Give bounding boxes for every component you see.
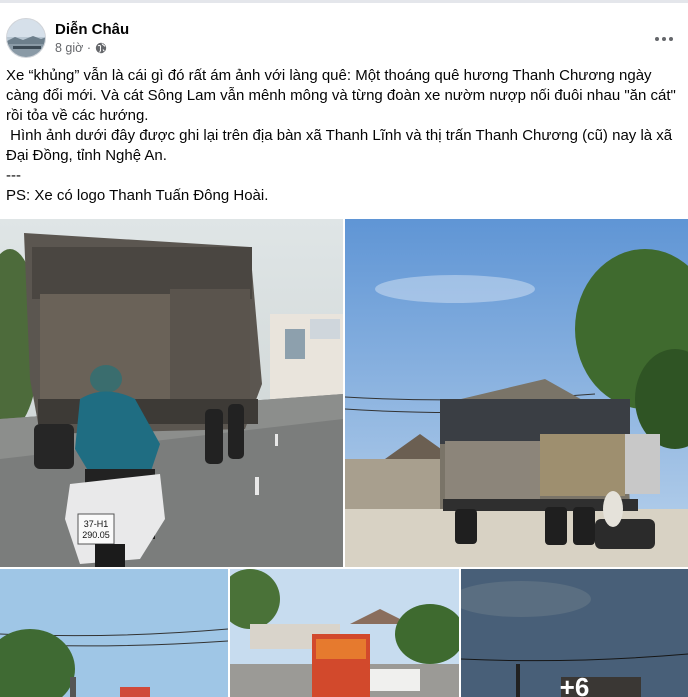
more-photos-count: +6 bbox=[559, 672, 590, 697]
post-time[interactable]: 8 giờ · bbox=[55, 41, 91, 55]
top-divider bbox=[0, 0, 688, 3]
post-paragraph-2: Hình ảnh dưới đây được ghi lại trên địa … bbox=[6, 127, 677, 164]
post-photo-5[interactable]: +6 bbox=[461, 569, 688, 697]
post-paragraph-3: PS: Xe có logo Thanh Tuấn Đông Hoài. bbox=[6, 187, 269, 204]
post-meta: 8 giờ · bbox=[55, 41, 107, 55]
post-text: Xe “khủng” vẫn là cái gì đó rất ám ảnh v… bbox=[6, 66, 684, 206]
license-plate-line2: 290.05 bbox=[82, 530, 110, 540]
post-photo-1[interactable]: 37-H1 290.05 bbox=[0, 219, 343, 567]
license-plate-line1: 37-H1 bbox=[84, 519, 109, 529]
author-name[interactable]: Diễn Châu bbox=[55, 21, 129, 38]
globe-icon bbox=[95, 42, 107, 54]
post-header: Diễn Châu 8 giờ · bbox=[0, 10, 688, 66]
avatar[interactable] bbox=[6, 18, 46, 58]
post-photo-3[interactable] bbox=[0, 569, 228, 697]
more-options-icon[interactable] bbox=[650, 25, 678, 53]
facebook-post: Diễn Châu 8 giờ · Xe “khủng” vẫn là cái … bbox=[0, 0, 688, 697]
post-photo-4[interactable] bbox=[230, 569, 459, 697]
post-paragraph-1: Xe “khủng” vẫn là cái gì đó rất ám ảnh v… bbox=[6, 67, 681, 124]
post-separator: --- bbox=[6, 167, 21, 184]
post-photo-2[interactable] bbox=[345, 219, 688, 567]
more-photos-overlay[interactable]: +6 bbox=[461, 569, 688, 697]
